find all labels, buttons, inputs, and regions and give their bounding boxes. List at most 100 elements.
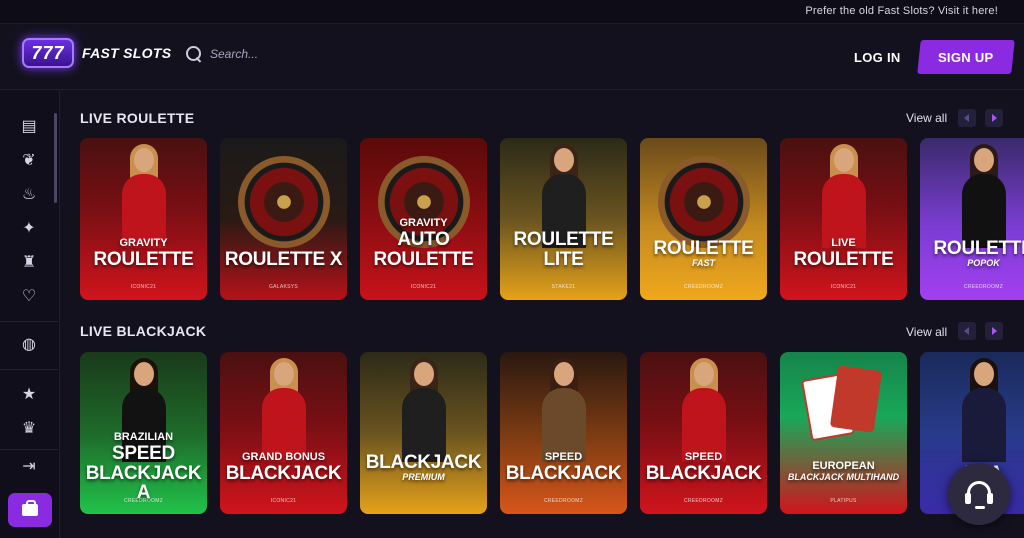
sidebar-divider (0, 321, 58, 322)
game-card-title: LITE (543, 249, 584, 270)
game-card-title: ROULETTE (513, 229, 614, 250)
shopping-bag-button[interactable] (8, 493, 52, 527)
roulette-next-arrow-icon[interactable] (985, 109, 1003, 127)
game-card-title: FAST (691, 258, 715, 268)
game-card[interactable]: ROULETTE POPOK CREEDROOMZ (920, 138, 1024, 300)
search-bar[interactable] (186, 46, 370, 62)
shopping-bag-icon (22, 500, 38, 516)
game-card[interactable]: ROULETTE LITE STAKE21 (500, 138, 627, 300)
game-card[interactable]: LIVE ROULETTE ICONIC21 (780, 138, 907, 300)
game-card-title: BLACKJACK (365, 452, 482, 473)
headset-mic (975, 506, 985, 509)
blackjack-prev-arrow-icon[interactable] (958, 322, 976, 340)
headset-earpiece (987, 493, 993, 504)
signup-button[interactable]: SIGN UP (917, 40, 1015, 74)
game-provider: PLATIPUS (830, 498, 857, 504)
game-provider: GALAKSYS (268, 284, 299, 290)
dealer-figure (260, 358, 308, 462)
game-provider: ICONIC21 (410, 284, 437, 290)
game-provider: CREEDROOMZ (683, 284, 724, 290)
sparkle-icon[interactable]: ✦ (19, 219, 39, 239)
game-card-title: BLACKJACK MULTIHAND (787, 472, 900, 482)
cherries-icon[interactable]: ❦ (19, 151, 39, 171)
logo-badge: 777 (22, 38, 74, 68)
game-provider: ICONIC21 (130, 284, 157, 290)
signup-label: SIGN UP (938, 49, 994, 65)
game-card[interactable]: ROULETTE X GALAKSYS (220, 138, 347, 300)
game-card-title: GRAVITY (399, 217, 448, 229)
game-card[interactable]: EUROPEAN BLACKJACK MULTIHAND PLATIPUS (780, 352, 907, 514)
header: 777 FAST SLOTS LOG IN SIGN UP (0, 24, 1024, 90)
trophy-icon[interactable]: ♛ (19, 419, 39, 439)
blackjack-next-arrow-icon[interactable] (985, 322, 1003, 340)
dealer-figure (820, 144, 868, 248)
live-roulette-carousel: GRAVITY ROULETTE ICONIC21 ROULETTE X GALAKSY… (80, 138, 1024, 300)
game-card-title: SPEED (544, 451, 583, 463)
support-chat-button[interactable] (948, 463, 1010, 525)
volleyball-icon[interactable]: ◍ (19, 335, 39, 355)
view-all-blackjack-link[interactable]: View all (906, 325, 947, 339)
heart-hand-icon[interactable]: ♡ (19, 287, 39, 307)
playing-cards-art (800, 365, 883, 442)
roulette-prev-arrow-icon[interactable] (958, 109, 976, 127)
game-card[interactable]: GRAND BONUS BLACKJACK ICONIC21 (220, 352, 347, 514)
game-card-title: ROULETTE (373, 249, 474, 270)
game-provider: CREEDROOMZ (543, 498, 584, 504)
top-announcement-bar: Prefer the old Fast Slots? Visit it here… (0, 0, 1024, 24)
game-card[interactable]: GRAVITY AUTO ROULETTE ICONIC21 (360, 138, 487, 300)
dealer-figure (120, 144, 168, 248)
view-all-roulette-link[interactable]: View all (906, 111, 947, 125)
game-card-title: AUTO (397, 229, 450, 250)
game-provider: CREEDROOMZ (123, 498, 164, 504)
dealer-icon[interactable]: ♜ (19, 253, 39, 273)
roulette-wheel (658, 156, 750, 248)
game-provider: ICONIC21 (830, 284, 857, 290)
roulette-wheel (238, 156, 330, 248)
sidebar-scrollbar[interactable] (54, 113, 57, 203)
gift-icon[interactable]: ▤ (19, 117, 39, 137)
collapse-arrow-icon[interactable]: ⇥ (19, 457, 39, 477)
fire-icon[interactable]: ♨ (19, 185, 39, 205)
game-card-title: ROULETTE (653, 238, 754, 259)
star-icon[interactable]: ★ (19, 385, 39, 405)
dealer-figure (680, 358, 728, 462)
game-card-title: EUROPEAN (812, 460, 875, 472)
game-card-title: SPEED (112, 443, 175, 464)
game-card-title: GRAVITY (119, 237, 168, 249)
game-card[interactable]: GRAVITY ROULETTE ICONIC21 (80, 138, 207, 300)
dealer-figure (540, 358, 588, 462)
game-card-title: BLACKJACK (505, 463, 622, 484)
game-card-title: BLACKJACK (645, 463, 762, 484)
game-provider: CREEDROOMZ (683, 498, 724, 504)
sidebar-divider (0, 369, 58, 370)
game-card-title: ROULETTE (793, 249, 894, 270)
game-card-title: ROULETTE (93, 249, 194, 270)
game-card-title: ROULETTE X (224, 249, 343, 270)
game-provider: STAKE21 (551, 284, 576, 290)
live-blackjack-carousel: BRAZILIAN SPEED BLACKJACK A CREEDROOMZ GRAND… (80, 352, 1024, 514)
dealer-figure (400, 358, 448, 462)
game-card-title: ROULETTE (933, 238, 1024, 259)
game-card[interactable]: BRAZILIAN SPEED BLACKJACK A CREEDROOMZ (80, 352, 207, 514)
game-provider: ICONIC21 (270, 498, 297, 504)
sidebar: ▤ ❦ ♨ ✦ ♜ ♡ ◍ ★ ♛ ⇥ (0, 91, 60, 538)
headset-earpiece (965, 493, 971, 504)
game-card[interactable]: SPEED BLACKJACK CREEDROOMZ (500, 352, 627, 514)
game-card-title: PREMIUM (402, 472, 445, 482)
old-site-link[interactable]: Prefer the old Fast Slots? Visit it here… (805, 5, 998, 17)
game-card-title: SPEED (684, 451, 723, 463)
search-input[interactable] (210, 47, 370, 61)
logo-text: FAST SLOTS (82, 45, 172, 61)
game-card[interactable]: SPEED BLACKJACK CREEDROOMZ (640, 352, 767, 514)
game-card-title: BLACKJACK A (85, 463, 202, 503)
login-button[interactable]: LOG IN (854, 50, 901, 65)
logo[interactable]: 777 FAST SLOTS (22, 38, 171, 68)
sidebar-divider (0, 449, 58, 450)
game-card[interactable]: ROULETTE FAST CREEDROOMZ (640, 138, 767, 300)
game-card-title: LIVE (831, 237, 856, 249)
game-card-title: POPOK (967, 258, 1000, 268)
game-card[interactable]: BLACKJACK PREMIUM (360, 352, 487, 514)
game-card-title: GRAND BONUS (241, 451, 326, 463)
game-card-title: BRAZILIAN (113, 431, 174, 443)
search-icon[interactable] (186, 46, 202, 62)
